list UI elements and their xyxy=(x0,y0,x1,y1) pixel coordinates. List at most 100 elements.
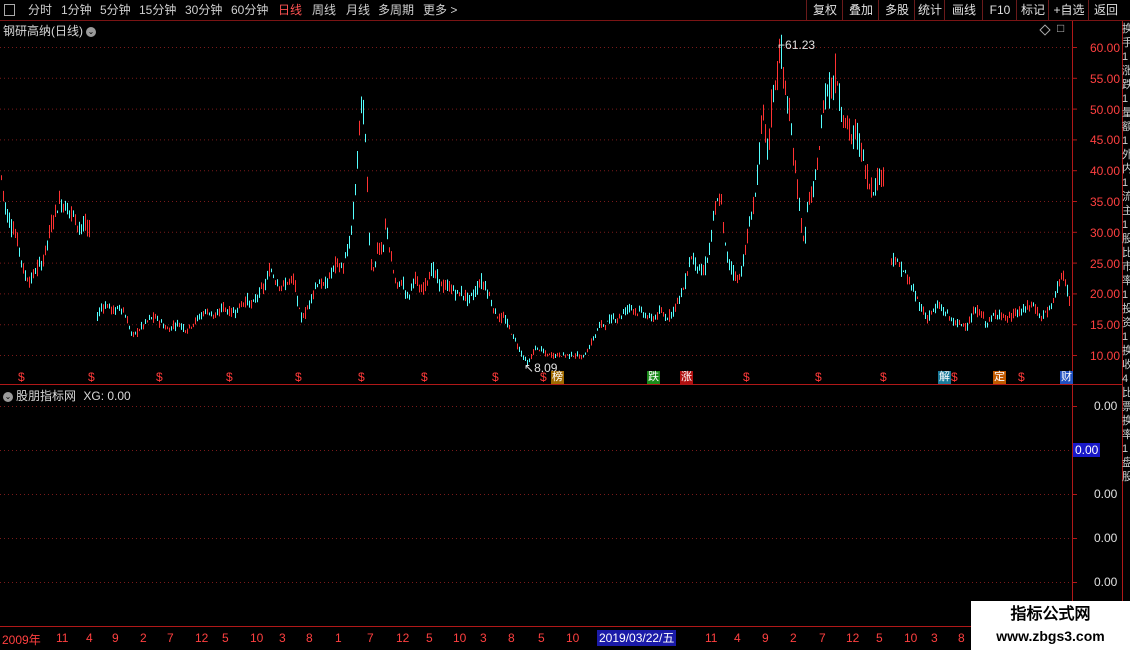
right-panel-char: 手 xyxy=(1122,37,1130,49)
date-tick: 11 xyxy=(56,631,69,645)
right-panel-char: 涨 xyxy=(1122,65,1130,77)
chart-frames xyxy=(0,21,1123,650)
indicator-tick: 0.00 xyxy=(1094,531,1118,545)
date-tick: 4 xyxy=(86,631,93,645)
date-tick: 3 xyxy=(279,631,286,645)
date-tick: 4 xyxy=(734,631,741,645)
date-tick: 5 xyxy=(538,631,545,645)
finance-badge[interactable]: 财 xyxy=(1060,371,1073,384)
right-panel-char: 收 xyxy=(1122,359,1130,371)
indicator-current-value: 0.00 xyxy=(1073,443,1101,457)
right-panel-char: 股 xyxy=(1122,471,1130,483)
right-panel-char: 股 xyxy=(1122,233,1130,245)
right-panel-char: 投 xyxy=(1122,303,1130,315)
candlesticks xyxy=(1,34,1070,366)
right-panel-char: 率 xyxy=(1122,275,1130,287)
indicator-tick: 0.00 xyxy=(1094,575,1118,589)
price-grid xyxy=(0,47,1072,583)
date-tick: 12 xyxy=(396,631,410,645)
main-chart-title: 钢研高纳(日线) ⌄ xyxy=(3,22,96,39)
date-tick: 8 xyxy=(508,631,515,645)
date-tick: 3 xyxy=(480,631,487,645)
info-marker[interactable]: $ xyxy=(156,371,163,384)
price-tick: 35.00 xyxy=(1090,195,1121,209)
stock-name: 钢研高纳(日线) xyxy=(3,24,83,38)
indicator-title: ⌄ 股朋指标网 XG: 0.00 xyxy=(3,387,131,404)
right-panel-char: 流 xyxy=(1122,191,1130,203)
right-panel-char: 量 xyxy=(1122,107,1130,119)
date-tick: 5 xyxy=(222,631,229,645)
price-tick: 50.00 xyxy=(1090,103,1121,117)
maximize-icon[interactable]: □ xyxy=(1057,21,1064,35)
info-marker[interactable]: $ xyxy=(1018,371,1025,384)
right-panel-char: 比 xyxy=(1122,387,1130,399)
info-marker[interactable]: $ xyxy=(492,371,499,384)
date-tick: 2009年 xyxy=(2,633,41,647)
info-marker[interactable]: $ xyxy=(358,371,365,384)
limit-down-badge[interactable]: 跌 xyxy=(647,371,660,384)
right-panel-char: 盘 xyxy=(1122,457,1130,469)
chevron-down-icon[interactable]: ⌄ xyxy=(86,26,96,37)
right-panel-char: 外 xyxy=(1122,149,1130,161)
right-panel-char: 1 xyxy=(1122,135,1129,147)
price-tick: 10.00 xyxy=(1090,349,1121,363)
limit-up-badge[interactable]: 涨 xyxy=(680,371,693,384)
date-tick: 9 xyxy=(112,631,119,645)
info-marker[interactable]: $ xyxy=(18,371,25,384)
date-tick: 7 xyxy=(819,631,826,645)
price-tick: 60.00 xyxy=(1090,41,1121,55)
price-tick: 25.00 xyxy=(1090,257,1121,271)
date-tick: 7 xyxy=(167,631,174,645)
right-panel-char: 1 xyxy=(1122,443,1129,455)
info-marker[interactable]: $ xyxy=(880,371,887,384)
unlock-badge[interactable]: 解 xyxy=(938,371,951,384)
info-marker[interactable]: $ xyxy=(226,371,233,384)
placement-badge[interactable]: 定 xyxy=(993,371,1006,384)
right-panel-char: 4 xyxy=(1122,373,1129,385)
right-panel-char: 换 xyxy=(1122,345,1130,357)
right-panel-char: 1 xyxy=(1122,177,1129,189)
date-tick: 12 xyxy=(195,631,209,645)
high-price-label: ⌐61.23 xyxy=(778,38,816,52)
watermark-url: www.zbgs3.com xyxy=(996,628,1105,644)
right-panel-char: 票 xyxy=(1122,401,1130,413)
date-tick: 5 xyxy=(426,631,433,645)
price-tick: 45.00 xyxy=(1090,133,1121,147)
date-tick: 8 xyxy=(958,631,965,645)
date-tick: 12 xyxy=(846,631,860,645)
info-marker[interactable]: $ xyxy=(951,371,958,384)
info-marker[interactable]: $ xyxy=(743,371,750,384)
right-panel-char: 额 xyxy=(1122,121,1130,133)
right-panel-char: 内 xyxy=(1122,163,1130,175)
date-tick: 1 xyxy=(335,631,342,645)
info-marker[interactable]: $ xyxy=(815,371,822,384)
right-panel-char: 换 xyxy=(1122,415,1130,427)
right-panel-char: 换 xyxy=(1122,23,1130,35)
price-tick: 40.00 xyxy=(1090,164,1121,178)
date-cursor-label: 2019/03/22/五 xyxy=(597,630,677,646)
kline-chart[interactable] xyxy=(0,0,1130,650)
price-tick: 15.00 xyxy=(1090,318,1121,332)
chevron-down-icon[interactable]: ⌄ xyxy=(3,391,13,402)
right-panel-char: 1 xyxy=(1122,289,1129,301)
date-tick: 10 xyxy=(250,631,264,645)
ranking-badge[interactable]: 榜 xyxy=(551,371,564,384)
date-tick: 8 xyxy=(306,631,313,645)
date-tick: 10 xyxy=(453,631,467,645)
right-panel-char: 1 xyxy=(1122,331,1129,343)
date-tick: 11 xyxy=(705,631,718,645)
right-panel-char: 主 xyxy=(1122,205,1130,217)
date-tick: 7 xyxy=(367,631,374,645)
right-panel-char: 1 xyxy=(1122,93,1129,105)
info-marker[interactable]: $ xyxy=(88,371,95,384)
right-panel-char: 跌 xyxy=(1122,79,1130,91)
info-marker[interactable]: $ xyxy=(540,371,547,384)
date-tick: 2 xyxy=(140,631,147,645)
price-tick: 20.00 xyxy=(1090,287,1121,301)
info-marker[interactable]: $ xyxy=(295,371,302,384)
date-tick: 10 xyxy=(566,631,580,645)
info-marker[interactable]: $ xyxy=(421,371,428,384)
indicator-tick: 0.00 xyxy=(1094,399,1118,413)
indicator-name: 股朋指标网 xyxy=(16,389,77,403)
right-panel-char: 1 xyxy=(1122,51,1129,63)
